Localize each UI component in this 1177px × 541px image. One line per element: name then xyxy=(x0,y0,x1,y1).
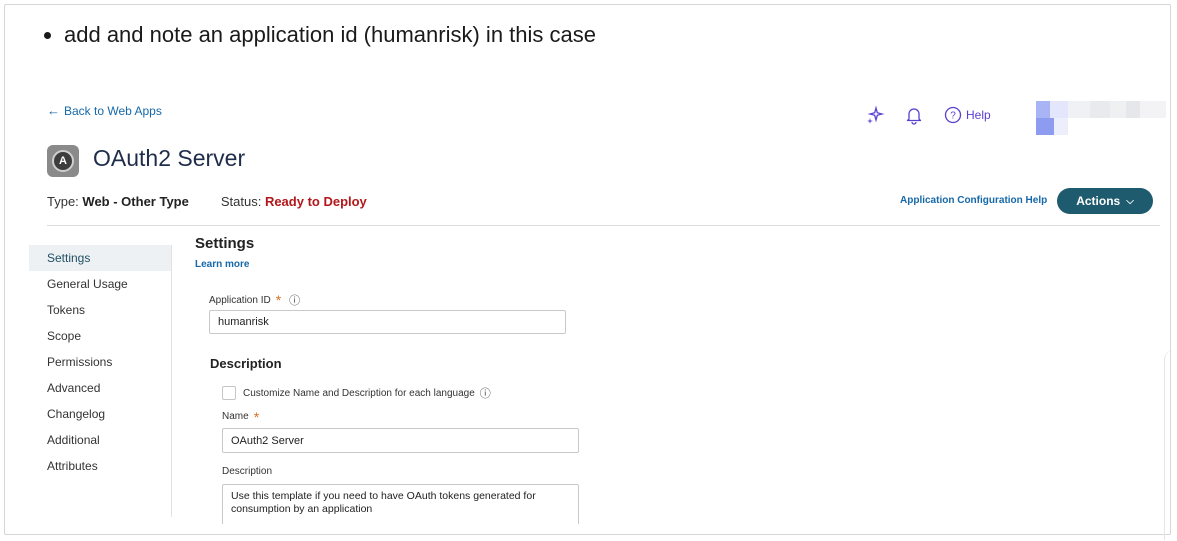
config-help-link[interactable]: Application Configuration Help xyxy=(900,195,1047,206)
header-icons: ? Help xyxy=(864,104,991,126)
actions-button[interactable]: Actions ⌵ xyxy=(1057,188,1153,214)
status-label: Status: xyxy=(220,194,262,209)
sparkle-icon[interactable] xyxy=(864,104,886,126)
sidebar-item-changelog[interactable]: Changelog xyxy=(29,401,171,427)
scroll-edge xyxy=(1164,350,1175,540)
customize-language-checkbox[interactable] xyxy=(222,386,236,400)
back-link-label: Back to Web Apps xyxy=(64,103,162,118)
sidebar-item-settings[interactable]: Settings xyxy=(29,245,171,271)
app-id-input[interactable]: humanrisk xyxy=(209,310,566,334)
note-text: add and note an application id (humanris… xyxy=(64,22,596,47)
actions-label: Actions xyxy=(1076,194,1121,208)
type-value: Web - Other Type xyxy=(82,194,189,209)
header-divider xyxy=(47,225,1160,226)
help-circle-icon: ? xyxy=(944,106,962,124)
info-icon[interactable]: ⓘ xyxy=(289,292,300,308)
svg-text:?: ? xyxy=(950,111,956,122)
name-input[interactable]: OAuth2 Server xyxy=(222,428,579,453)
description-label: Description xyxy=(222,466,273,477)
info-icon[interactable]: ⓘ xyxy=(480,385,491,401)
description-heading: Description xyxy=(210,356,282,371)
type-label: Type: xyxy=(47,194,79,209)
screenshot-frame xyxy=(4,4,1171,535)
sidebar-item-general-usage[interactable]: General Usage xyxy=(29,271,171,297)
name-label: Name * xyxy=(222,408,260,425)
user-avatar-blurred[interactable] xyxy=(1036,101,1166,135)
app-id-label-text: Application ID xyxy=(209,294,271,306)
learn-more-link[interactable]: Learn more xyxy=(195,259,249,270)
help-label: Help xyxy=(966,108,991,122)
app-meta: Type: Web - Other Type Status: Ready to … xyxy=(47,194,367,209)
section-title: Settings xyxy=(195,235,255,252)
description-textarea[interactable]: Use this template if you need to have OA… xyxy=(222,484,579,524)
app-logo-icon: A xyxy=(47,145,79,177)
help-button[interactable]: ? Help xyxy=(944,106,991,124)
customize-language-row: Customize Name and Description for each … xyxy=(222,385,491,401)
app-id-label: Application ID * ⓘ xyxy=(209,292,300,308)
status-badge: Ready to Deploy xyxy=(264,194,367,209)
page-title: OAuth2 Server xyxy=(93,145,246,171)
chevron-down-icon: ⌵ xyxy=(1126,195,1134,207)
bell-icon[interactable] xyxy=(904,105,924,125)
required-icon: * xyxy=(275,292,282,308)
arrow-left-icon: ← xyxy=(47,103,60,118)
required-icon: * xyxy=(253,408,260,425)
customize-language-label: Customize Name and Description for each … xyxy=(243,387,475,399)
sidebar: Settings General Usage Tokens Scope Perm… xyxy=(29,245,172,517)
sidebar-item-advanced[interactable]: Advanced xyxy=(29,375,171,401)
sidebar-item-additional-attributes[interactable]: Additional Attributes xyxy=(29,427,171,473)
sidebar-item-scope[interactable]: Scope xyxy=(29,323,171,349)
bullet-icon xyxy=(44,31,51,39)
sidebar-item-tokens[interactable]: Tokens xyxy=(29,297,171,323)
name-label-text: Name xyxy=(222,411,249,422)
sidebar-item-permissions[interactable]: Permissions xyxy=(29,349,171,375)
back-link[interactable]: ← Back to Web Apps xyxy=(47,103,162,118)
instruction-note: add and note an application id (humanris… xyxy=(44,22,596,48)
